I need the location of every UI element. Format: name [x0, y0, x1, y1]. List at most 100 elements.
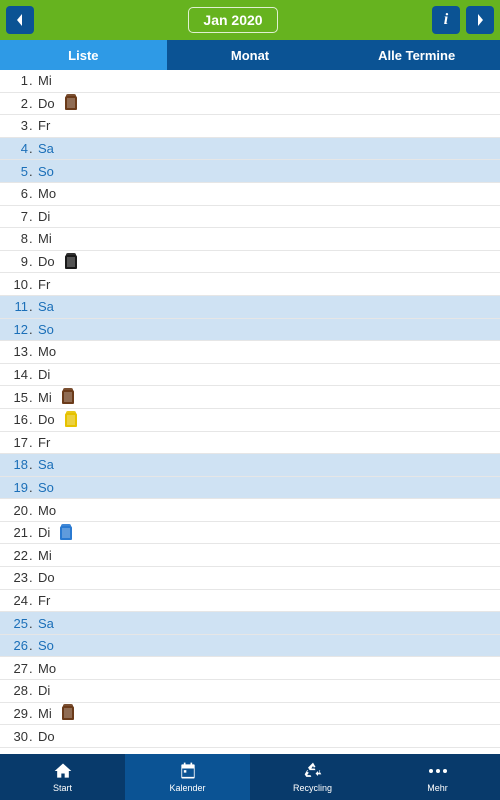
prev-month-button[interactable] — [6, 6, 34, 34]
day-list[interactable]: 1.Mi2.Do3.Fr4.Sa5.So6.Mo7.Di8.Mi9.Do10.F… — [0, 70, 500, 754]
day-number: 10 — [4, 277, 28, 292]
list-item[interactable]: 7. Di — [0, 206, 500, 229]
day-weekday: Mi — [38, 548, 52, 563]
list-item[interactable]: 11.Sa — [0, 296, 500, 319]
tab-monat[interactable]: Monat — [167, 40, 334, 70]
day-weekday: Sa — [38, 616, 54, 631]
list-item[interactable]: 8.Mi — [0, 228, 500, 251]
day-separator: . — [28, 322, 34, 337]
day-separator: . — [28, 390, 34, 405]
day-separator: . — [28, 480, 34, 495]
list-item[interactable]: 13.Mo — [0, 341, 500, 364]
day-separator: . — [28, 548, 34, 563]
recycle-icon — [303, 761, 323, 781]
list-item[interactable]: 2.Do — [0, 93, 500, 116]
list-item[interactable]: 19.So — [0, 477, 500, 500]
header-left-group — [6, 6, 34, 34]
day-weekday: Do — [38, 570, 55, 585]
day-weekday: Mo — [38, 503, 56, 518]
day-number: 6 — [4, 186, 28, 201]
day-weekday: Di — [38, 367, 50, 382]
day-number: 8 — [4, 231, 28, 246]
day-number: 16 — [4, 412, 28, 427]
nav-recycling[interactable]: Recycling — [250, 754, 375, 800]
info-icon: i — [444, 11, 448, 29]
tab-liste[interactable]: Liste — [0, 40, 167, 70]
day-weekday: Di — [38, 683, 50, 698]
list-item[interactable]: 9. Do — [0, 251, 500, 274]
day-number: 14 — [4, 367, 28, 382]
list-item[interactable]: 6.Mo — [0, 183, 500, 206]
list-item[interactable]: 5.So — [0, 160, 500, 183]
day-separator: . — [28, 503, 34, 518]
day-separator: . — [28, 209, 34, 224]
day-number: 22 — [4, 548, 28, 563]
day-separator: . — [28, 683, 34, 698]
list-item[interactable]: 22. Mi — [0, 544, 500, 567]
chevron-right-icon — [475, 13, 485, 27]
nav-mehr[interactable]: Mehr — [375, 754, 500, 800]
list-item[interactable]: 23.Do — [0, 567, 500, 590]
list-item[interactable]: 29.Mi — [0, 703, 500, 726]
day-weekday: Mi — [38, 73, 52, 88]
tab-alle-termine[interactable]: Alle Termine — [333, 40, 500, 70]
trash-bin-black-icon — [65, 255, 77, 269]
nav-kalender[interactable]: Kalender — [125, 754, 250, 800]
list-item[interactable]: 20.Mo — [0, 499, 500, 522]
month-selector[interactable]: Jan 2020 — [188, 7, 277, 33]
next-month-button[interactable] — [466, 6, 494, 34]
bottom-nav: Start Kalender Recycling Mehr — [0, 754, 500, 800]
list-item[interactable]: 30.Do — [0, 725, 500, 748]
list-item[interactable]: 17.Fr — [0, 432, 500, 455]
day-number: 9 — [4, 254, 28, 269]
list-item[interactable]: 10.Fr — [0, 273, 500, 296]
day-number: 27 — [4, 661, 28, 676]
nav-label: Start — [53, 783, 72, 793]
day-weekday: Mi — [38, 706, 52, 721]
day-weekday: Mo — [38, 661, 56, 676]
list-item[interactable]: 12.So — [0, 319, 500, 342]
day-number: 23 — [4, 570, 28, 585]
list-item[interactable]: 26.So — [0, 635, 500, 658]
day-weekday: Do — [38, 254, 55, 269]
list-item[interactable]: 18.Sa — [0, 454, 500, 477]
list-item[interactable]: 3.Fr — [0, 115, 500, 138]
day-separator: . — [28, 96, 34, 111]
day-number: 7 — [4, 209, 28, 224]
day-icons — [62, 390, 74, 404]
day-weekday: Do — [38, 412, 55, 427]
nav-start[interactable]: Start — [0, 754, 125, 800]
info-button[interactable]: i — [432, 6, 460, 34]
day-separator: . — [28, 254, 34, 269]
list-item[interactable]: 28. Di — [0, 680, 500, 703]
day-weekday: Fr — [38, 118, 50, 133]
day-weekday: Di — [38, 209, 50, 224]
list-item[interactable]: 25.Sa — [0, 612, 500, 635]
day-separator: . — [28, 344, 34, 359]
day-weekday: Mi — [38, 231, 52, 246]
list-item[interactable]: 27. Mo — [0, 657, 500, 680]
list-item[interactable]: 16.Do — [0, 409, 500, 432]
day-number: 3 — [4, 118, 28, 133]
chevron-left-icon — [15, 13, 25, 27]
list-item[interactable]: 21.Di — [0, 522, 500, 545]
day-number: 26 — [4, 638, 28, 653]
list-item[interactable]: 15.Mi — [0, 386, 500, 409]
day-weekday: Mo — [38, 344, 56, 359]
day-number: 5 — [4, 164, 28, 179]
day-separator: . — [28, 457, 34, 472]
day-weekday: Mi — [38, 390, 52, 405]
day-separator: . — [28, 661, 34, 676]
day-weekday: Mo — [38, 186, 56, 201]
day-separator: . — [28, 164, 34, 179]
day-separator: . — [28, 706, 34, 721]
list-item[interactable]: 14.Di — [0, 364, 500, 387]
list-item[interactable]: 24.Fr — [0, 590, 500, 613]
trash-bin-yellow-icon — [65, 413, 77, 427]
day-weekday: So — [38, 638, 54, 653]
top-header: Jan 2020 i — [0, 0, 500, 40]
day-separator: . — [28, 73, 34, 88]
list-item[interactable]: 4.Sa — [0, 138, 500, 161]
list-item[interactable]: 1.Mi — [0, 70, 500, 93]
day-number: 28 — [4, 683, 28, 698]
